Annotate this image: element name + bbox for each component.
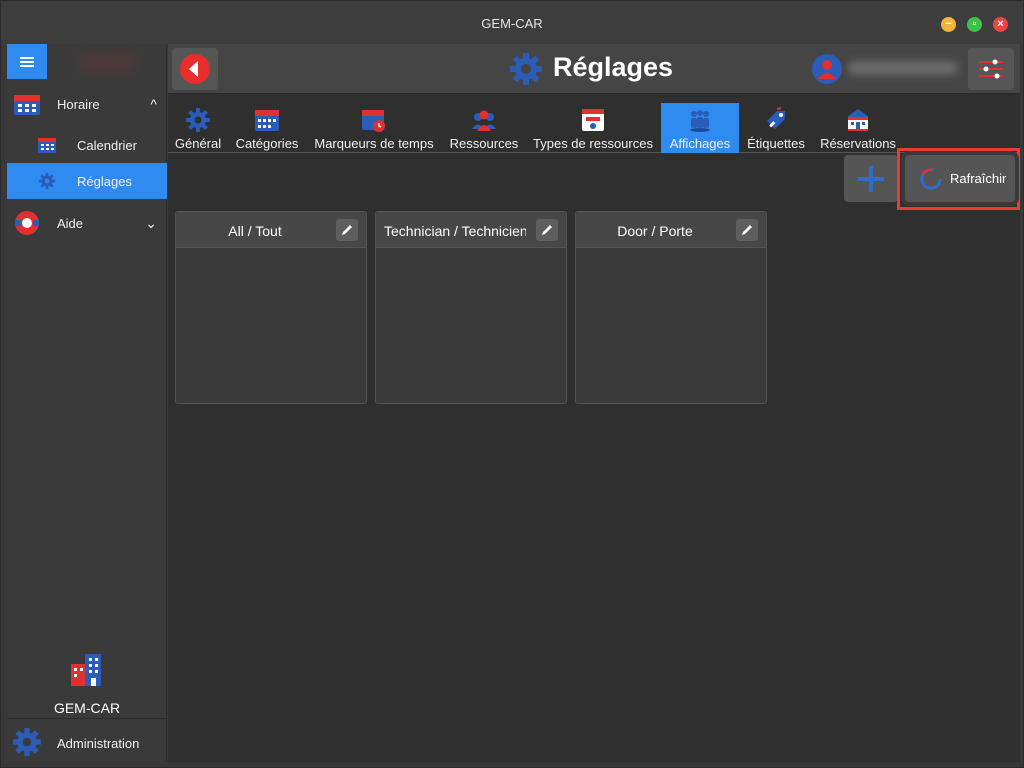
sidebar: Horaire ^ Calendrier Réglages Aide ⌄ GEM…	[7, 44, 167, 762]
gear-icon	[13, 728, 41, 756]
gear-icon	[510, 53, 542, 85]
close-icon: ×	[997, 18, 1004, 30]
refresh-label: Rafraîchir	[950, 171, 1007, 186]
sidebar-item-aide[interactable]: Aide ⌄	[7, 205, 167, 241]
card-header: Door / Porte	[576, 212, 766, 248]
tab-reservations[interactable]: Réservations	[818, 103, 898, 153]
tab-label: Types de ressources	[533, 136, 653, 151]
calendar-icon	[14, 95, 40, 115]
sidebar-item-label: Aide	[57, 215, 84, 231]
sidebar-item-administration[interactable]: Administration	[7, 724, 167, 760]
group-icon	[690, 110, 710, 132]
card-title: All / Tout	[228, 223, 282, 239]
admin-label: Administration	[57, 736, 140, 751]
plus-icon	[858, 166, 884, 192]
calendar-icon	[255, 110, 279, 131]
settings-tabs: Général Catégories Marqueurs de temps Re…	[168, 103, 1020, 153]
edit-button[interactable]	[736, 219, 758, 241]
tab-label: Étiquettes	[747, 136, 805, 151]
hamburger-menu-button[interactable]	[7, 44, 47, 79]
clock-calendar-icon	[362, 110, 385, 132]
card-title: Door / Porte	[617, 223, 693, 239]
tab-label: Ressources	[449, 136, 519, 151]
building-icon	[847, 109, 869, 131]
user-avatar-icon[interactable]	[811, 53, 843, 85]
refresh-spinner-icon	[920, 168, 942, 190]
app-window: GEM-CAR − ▫ × Horaire ^ Calendrier Régla…	[0, 0, 1024, 768]
pencil-icon	[742, 225, 752, 235]
tab-label: Réservations	[820, 136, 896, 151]
tab-types-ressources[interactable]: Types de ressources	[530, 103, 656, 153]
pencil-icon	[342, 225, 352, 235]
tab-label: Général	[174, 136, 222, 151]
card-header: All / Tout	[176, 212, 366, 248]
calendar-small-icon	[38, 138, 56, 153]
display-card: All / Tout	[175, 211, 367, 404]
back-arrow-icon	[180, 54, 210, 84]
sidebar-item-calendrier[interactable]: Calendrier	[7, 127, 167, 163]
tag-icon	[767, 107, 785, 129]
brand-name: GEM-CAR	[53, 700, 121, 716]
maximize-button[interactable]: ▫	[967, 17, 982, 32]
sidebar-item-label: Calendrier	[77, 137, 137, 153]
display-card: Technician / Technicien	[375, 211, 567, 404]
hamburger-icon	[20, 55, 34, 69]
sidebar-item-reglages[interactable]: Réglages	[7, 163, 167, 199]
tab-marqueurs[interactable]: Marqueurs de temps	[312, 103, 436, 153]
tab-etiquettes[interactable]: Étiquettes	[745, 103, 807, 153]
maximize-icon: ▫	[972, 18, 977, 30]
id-card-icon	[582, 109, 604, 131]
main-content: Réglages Général Catégories Marqueurs de…	[168, 44, 1020, 762]
sidebar-item-label: Horaire	[57, 96, 100, 112]
title-bar: GEM-CAR − ▫ ×	[1, 1, 1023, 45]
lifebuoy-icon	[15, 211, 39, 235]
minimize-icon: −	[945, 18, 952, 30]
display-card: Door / Porte	[575, 211, 767, 404]
gear-icon	[186, 108, 210, 132]
tab-ressources[interactable]: Ressources	[446, 103, 522, 153]
back-button[interactable]	[172, 48, 218, 90]
filters-button[interactable]	[968, 48, 1014, 90]
chevron-up-icon: ^	[150, 96, 157, 112]
gear-icon	[38, 172, 56, 190]
card-header: Technician / Technicien	[376, 212, 566, 248]
page-title: Réglages	[553, 52, 674, 82]
tab-label: Marqueurs de temps	[314, 136, 434, 151]
window-title: GEM-CAR	[481, 16, 543, 31]
refresh-button[interactable]: Rafraîchir	[905, 155, 1015, 202]
tab-categories[interactable]: Catégories	[232, 103, 302, 153]
building-logo-icon	[71, 654, 101, 686]
add-button[interactable]	[844, 155, 898, 202]
pencil-icon	[542, 225, 552, 235]
user-name-blurred	[848, 61, 958, 75]
chevron-down-icon: ⌄	[145, 214, 157, 231]
page-header: Réglages	[168, 44, 1020, 94]
sidebar-item-label: Réglages	[77, 173, 132, 189]
people-icon	[472, 110, 496, 131]
tab-affichages[interactable]: Affichages	[661, 103, 739, 153]
sidebar-item-horaire[interactable]: Horaire ^	[7, 86, 167, 122]
card-title: Technician / Technicien	[384, 223, 526, 239]
blurred-logo	[77, 52, 137, 74]
tab-general[interactable]: Général	[172, 103, 224, 153]
sliders-icon	[979, 59, 1003, 79]
tab-label: Catégories	[235, 136, 299, 151]
minimize-button[interactable]: −	[941, 17, 956, 32]
sidebar-divider	[7, 718, 167, 719]
close-button[interactable]: ×	[993, 17, 1008, 32]
edit-button[interactable]	[336, 219, 358, 241]
edit-button[interactable]	[536, 219, 558, 241]
tab-label: Affichages	[669, 136, 731, 151]
